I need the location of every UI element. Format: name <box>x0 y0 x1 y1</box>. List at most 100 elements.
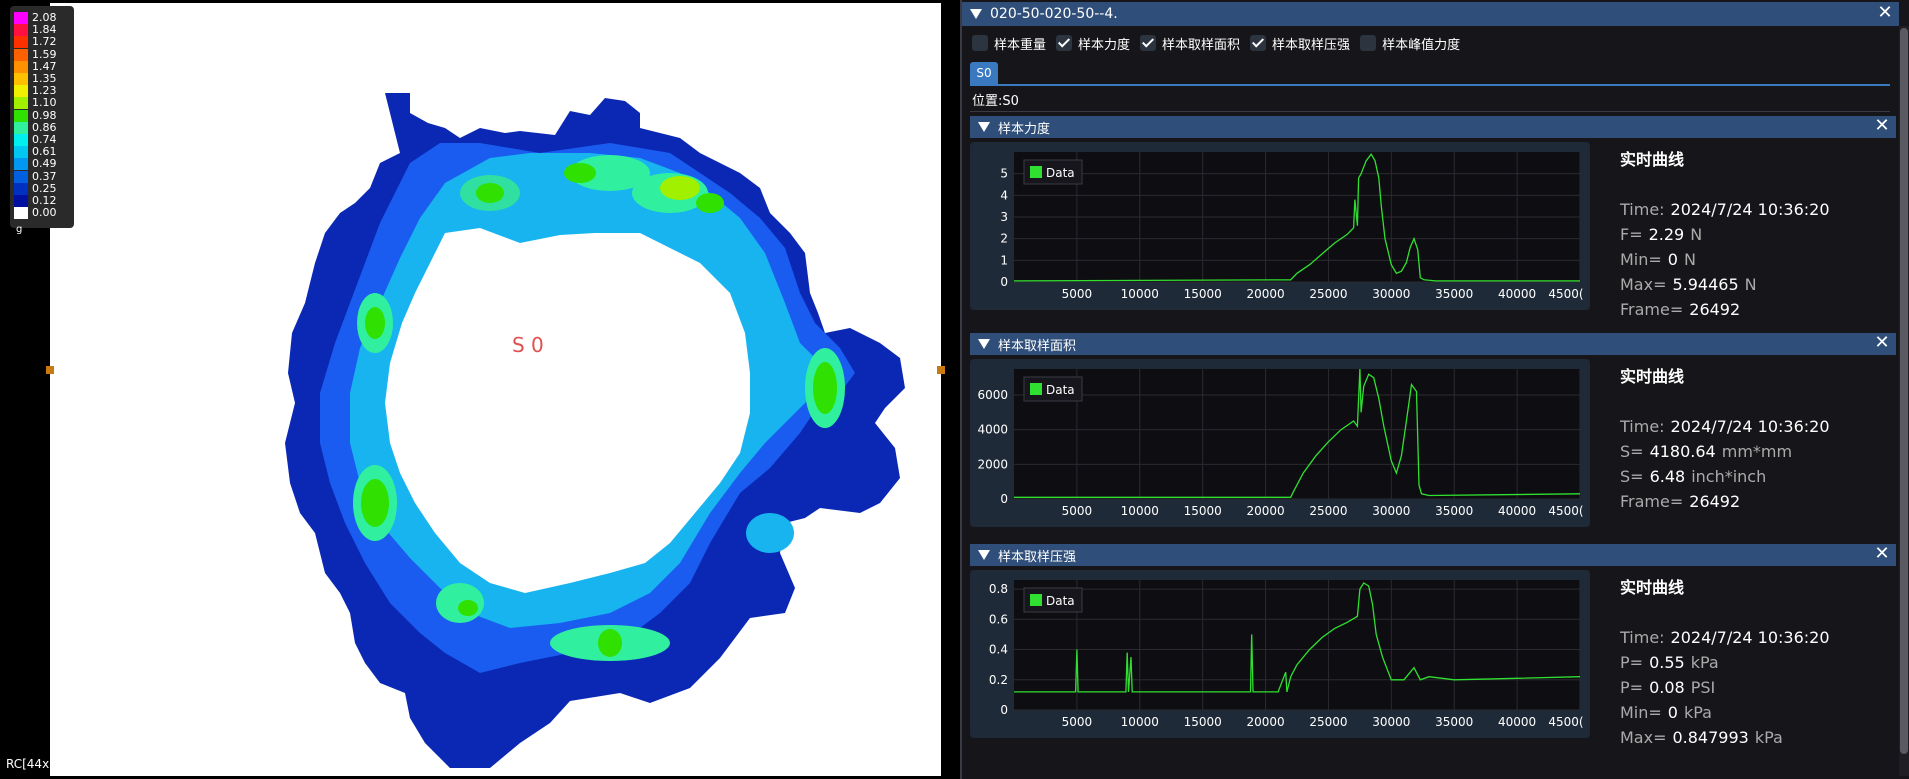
left-resize-handle[interactable] <box>46 366 54 374</box>
x-tick-label: 25000 <box>1309 504 1347 518</box>
x-tick-label: 4500( <box>1548 715 1583 729</box>
scrollbar[interactable] <box>1899 26 1909 776</box>
info-key: Min= <box>1620 703 1662 722</box>
tab-s0[interactable]: S0 <box>970 62 998 84</box>
checkbox-box[interactable] <box>972 35 988 51</box>
legend-value: 0.00 <box>32 206 57 220</box>
collapse-triangle-icon[interactable] <box>970 9 982 19</box>
chart-legend-swatch <box>1030 594 1042 606</box>
info-title: 实时曲线 <box>1620 578 1685 597</box>
legend-value: 1.47 <box>32 59 57 73</box>
chart-legend-label: Data <box>1046 594 1075 608</box>
chart-box[interactable]: 5000 10000 15000 20000 25000 30000 35000 40000 4… <box>970 359 1590 527</box>
info-row: Time: 2024/7/24 10:36:20 <box>1620 417 1890 436</box>
chart-legend-label: Data <box>1046 383 1075 397</box>
chart-box[interactable]: 5000 10000 15000 20000 25000 30000 35000 40000 4… <box>970 570 1590 738</box>
x-tick-label: 40000 <box>1498 715 1536 729</box>
legend-entry: 1.35 <box>14 73 57 85</box>
tab-bar: S0 <box>970 60 1890 86</box>
scroll-thumb[interactable] <box>1900 28 1908 754</box>
legend-swatch <box>14 48 28 61</box>
legend-entry: 1.10 <box>14 97 57 110</box>
close-icon[interactable]: ✕ <box>1877 4 1893 22</box>
info-title: 实时曲线 <box>1620 150 1685 169</box>
checkbox-label: 样本重量 <box>994 37 1047 53</box>
info-row: Min= 0 N <box>1620 250 1890 269</box>
collapse-triangle-icon[interactable] <box>978 122 990 132</box>
legend-entry: 0.86 <box>14 120 57 134</box>
x-tick-label: 15000 <box>1184 504 1222 518</box>
x-tick-label: 4500( <box>1548 287 1583 301</box>
section-header[interactable]: 样本取样压强 ✕ <box>970 544 1896 566</box>
legend-value: 0.61 <box>32 145 57 159</box>
info-row: Frame= 26492 <box>1620 492 1890 511</box>
info-key: P= <box>1620 653 1644 672</box>
metric-checkbox-3[interactable]: 样本取样压强 <box>1250 34 1350 53</box>
x-tick-label: 35000 <box>1435 287 1473 301</box>
legend-swatch <box>14 60 28 73</box>
collapse-triangle-icon[interactable] <box>978 339 990 349</box>
info-unit: kPa <box>1683 703 1712 722</box>
sensor-label: S 0 <box>512 333 544 357</box>
section-1: 样本取样面积 ✕ 5000 10000 15000 20000 25000 30000 3500… <box>970 333 1896 543</box>
metric-checkbox-4[interactable]: 样本峰值力度 <box>1360 34 1460 53</box>
chart-legend-swatch <box>1030 166 1042 178</box>
x-tick-label: 40000 <box>1498 504 1536 518</box>
checkbox-box[interactable] <box>1360 35 1377 51</box>
close-icon[interactable]: ✕ <box>1874 117 1890 135</box>
checkbox-label: 样本取样压强 <box>1272 37 1351 53</box>
pressure-map-canvas[interactable]: S 0 <box>50 3 941 776</box>
info-unit: N <box>1744 275 1757 294</box>
heatmap-viewport[interactable]: S 0 2.08 1.84 1.72 1.59 1.47 1.35 1.23 1.10 0.98… <box>0 0 945 779</box>
legend-swatch <box>14 182 28 195</box>
info-key: Time: <box>1620 628 1665 647</box>
chart-box[interactable]: 5000 10000 15000 20000 25000 30000 35000 40000 4… <box>970 142 1590 310</box>
collapse-triangle-icon[interactable] <box>978 550 990 560</box>
checkbox-box[interactable] <box>1140 35 1157 51</box>
legend-swatch <box>14 146 28 159</box>
checkbox-box[interactable] <box>1056 35 1073 51</box>
chart-legend-swatch <box>1030 383 1042 395</box>
info-key: S= <box>1620 467 1644 486</box>
section-header[interactable]: 样本取样面积 ✕ <box>970 333 1896 355</box>
x-tick-label: 15000 <box>1184 287 1222 301</box>
info-key: Min= <box>1620 250 1662 269</box>
legend-value: 0.49 <box>32 157 57 171</box>
info-key: Time: <box>1620 417 1665 436</box>
info-key: Time: <box>1620 200 1665 219</box>
line-chart: 5000 10000 15000 20000 25000 30000 35000 40000 4… <box>1000 152 1584 301</box>
close-icon[interactable]: ✕ <box>1874 545 1890 563</box>
y-tick-label: 0 <box>1000 492 1008 506</box>
close-icon[interactable]: ✕ <box>1874 334 1890 352</box>
legend-swatch <box>14 24 28 37</box>
x-tick-label: 10000 <box>1121 287 1159 301</box>
x-tick-label: 30000 <box>1372 287 1410 301</box>
x-tick-label: 40000 <box>1498 287 1536 301</box>
x-tick-label: 10000 <box>1121 715 1159 729</box>
panel-title-bar[interactable]: 020-50-020-50--4. ✕ <box>962 2 1899 26</box>
y-tick-label: 0.6 <box>989 612 1008 626</box>
y-tick-label: 2000 <box>977 457 1008 471</box>
x-tick-label: 30000 <box>1372 715 1410 729</box>
x-tick-label: 5000 <box>1062 504 1093 518</box>
legend-value: 1.35 <box>32 72 57 85</box>
legend-value: 0.86 <box>32 120 57 134</box>
info-row: Max= 0.847993 kPa <box>1620 728 1890 747</box>
checkbox-box[interactable] <box>1250 35 1267 51</box>
metric-checkbox-1[interactable]: 样本力度 <box>1056 34 1130 53</box>
y-tick-label: 1 <box>1000 253 1008 267</box>
metric-checkbox-0[interactable]: 样本重量 <box>972 34 1046 53</box>
right-resize-handle[interactable] <box>937 366 945 374</box>
info-value: 26492 <box>1689 300 1741 319</box>
y-tick-label: 4 <box>1000 188 1008 202</box>
x-tick-label: 35000 <box>1435 504 1473 518</box>
y-tick-label: 0.4 <box>989 643 1008 657</box>
info-key: P= <box>1620 678 1644 697</box>
section-title: 样本取样面积 <box>998 338 1077 354</box>
metric-checkbox-2[interactable]: 样本取样面积 <box>1140 34 1240 53</box>
section-header[interactable]: 样本力度 ✕ <box>970 116 1896 138</box>
checkbox-label: 样本取样面积 <box>1162 37 1241 53</box>
legend-entry: 1.59 <box>14 48 57 61</box>
legend-entry: 0.61 <box>14 145 57 159</box>
legend-value: 0.37 <box>32 169 57 183</box>
